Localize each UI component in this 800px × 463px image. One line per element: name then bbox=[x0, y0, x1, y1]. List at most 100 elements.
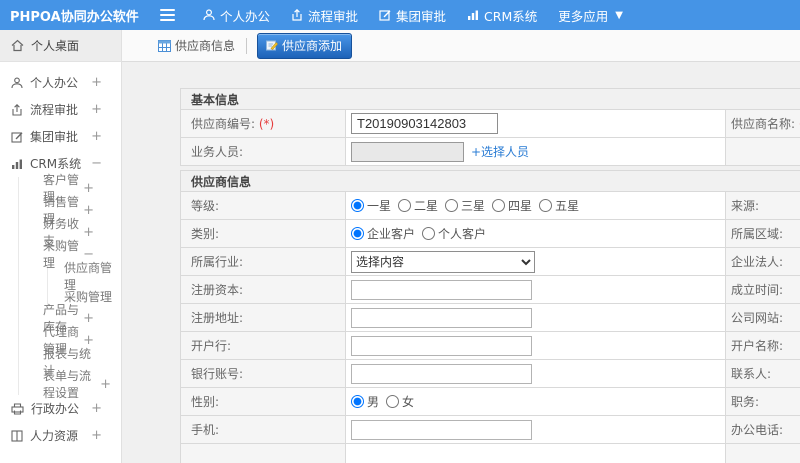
expand-plus-icon[interactable]: + bbox=[83, 203, 94, 218]
crm-submenu: 客户管理 + 销售管理 + 财务收支 + 采购管理 − 供应商管理 采购管理 产… bbox=[18, 173, 121, 400]
source-label: 来源: bbox=[725, 191, 800, 220]
expand-plus-icon[interactable]: + bbox=[91, 401, 102, 416]
sidebar-item-form-flow-settings[interactable]: 表单与流程设置 + bbox=[19, 369, 121, 400]
gender-radio-male[interactable] bbox=[351, 395, 364, 408]
tab-supplier-add-active[interactable]: 供应商添加 bbox=[257, 32, 353, 59]
nav-crm-system[interactable]: CRM系统 bbox=[467, 6, 537, 25]
expand-plus-icon[interactable]: + bbox=[100, 377, 111, 392]
level-radio-1star[interactable] bbox=[351, 199, 364, 212]
industry-label: 所属行业: bbox=[180, 247, 346, 276]
mobile-input[interactable] bbox=[351, 419, 532, 440]
hamburger-menu-icon[interactable] bbox=[160, 9, 175, 21]
sidebar-item-personal-desktop[interactable]: 个人桌面 bbox=[0, 30, 121, 62]
collapse-minus-icon[interactable]: − bbox=[91, 156, 102, 171]
bank-input[interactable] bbox=[351, 335, 532, 356]
table-row: 所属行业: 选择内容 企业法人: bbox=[180, 247, 800, 276]
expand-plus-icon[interactable]: + bbox=[91, 129, 102, 144]
level-radio-2star[interactable] bbox=[398, 199, 412, 212]
form-content: 基本信息 供应商编号: (*) 供应商名称: (*) bbox=[122, 62, 800, 463]
region-label: 所属区域: bbox=[725, 219, 800, 248]
edit-square-icon bbox=[11, 131, 23, 143]
account-name-label: 开户名称: bbox=[725, 331, 800, 360]
category-label: 类别: bbox=[180, 219, 346, 248]
supplier-name-label: 供应商名称: (*) bbox=[725, 109, 800, 138]
sidebar-item-hr[interactable]: 人力资源 + bbox=[0, 422, 121, 449]
registered-capital-input[interactable] bbox=[351, 279, 532, 300]
table-row: 等级: 一星 二星 三星 四星 五星 来源: bbox=[180, 191, 800, 220]
top-nav: 个人办公 流程审批 集团审批 CRM系统 更多应用 ▼ bbox=[203, 6, 623, 25]
app-logo: PHPOA协同办公软件 bbox=[10, 9, 139, 25]
sidebar-item-label: 人力资源 bbox=[30, 429, 79, 443]
bank-account-input[interactable] bbox=[351, 363, 532, 384]
sidebar-item-label: CRM系统 bbox=[30, 157, 82, 171]
table-row: 手机: 办公电话: bbox=[180, 415, 800, 444]
category-radio-enterprise[interactable] bbox=[351, 227, 364, 240]
tab-supplier-info[interactable]: 供应商信息 bbox=[158, 37, 235, 54]
printer-icon bbox=[11, 402, 24, 415]
category-radio-personal[interactable] bbox=[422, 227, 436, 240]
registered-address-input[interactable] bbox=[351, 307, 532, 328]
bank-label: 开户行: bbox=[180, 331, 346, 360]
tab-label: 供应商信息 bbox=[175, 39, 236, 53]
nav-label: 集团审批 bbox=[396, 8, 447, 24]
sidebar-item-workflow-approval[interactable]: 流程审批 + bbox=[0, 96, 121, 123]
level-radio-4star[interactable] bbox=[492, 199, 506, 212]
bar-chart-icon bbox=[11, 158, 23, 170]
table-row: 供应商编号: (*) 供应商名称: (*) bbox=[180, 109, 800, 138]
tab-divider bbox=[246, 37, 248, 54]
nav-workflow-approval[interactable]: 流程审批 bbox=[291, 6, 358, 25]
tab-bar: 供应商信息 供应商添加 bbox=[122, 30, 800, 62]
tab-label: 供应商添加 bbox=[282, 38, 343, 53]
gender-radio-female[interactable] bbox=[386, 395, 400, 408]
select-staff-link[interactable]: +选择人员 bbox=[471, 145, 529, 159]
table-row: 注册资本: 成立时间: bbox=[180, 275, 800, 304]
supplier-no-input[interactable] bbox=[351, 113, 498, 134]
sidebar-item-admin-office[interactable]: 行政办公 + bbox=[0, 395, 121, 422]
basic-info-table: 基本信息 供应商编号: (*) 供应商名称: (*) bbox=[179, 88, 800, 166]
legal-person-label: 企业法人: bbox=[725, 247, 800, 276]
expand-plus-icon[interactable]: + bbox=[91, 428, 102, 443]
expand-plus-icon[interactable]: + bbox=[83, 181, 94, 196]
sidebar-item-label: 个人办公 bbox=[30, 76, 79, 90]
level-radio-3star[interactable] bbox=[445, 199, 459, 212]
expand-plus-icon[interactable]: + bbox=[83, 225, 94, 240]
required-mark: (*) bbox=[258, 117, 275, 131]
section-title-supplier: 供应商信息 bbox=[179, 170, 800, 192]
staff-input bbox=[351, 141, 464, 162]
share-up-icon bbox=[11, 103, 23, 116]
top-header: PHPOA协同办公软件 个人办公 流程审批 集团审批 CRM系统 更多应用 ▼ bbox=[0, 0, 800, 30]
edit-square-icon bbox=[379, 9, 391, 21]
gender-label: 性别: bbox=[180, 387, 346, 416]
expand-plus-icon[interactable]: + bbox=[83, 311, 94, 326]
registered-capital-label: 注册资本: bbox=[180, 275, 346, 304]
contact-label: 联系人: bbox=[725, 359, 800, 388]
table-row: 银行账号: 联系人: bbox=[180, 359, 800, 388]
sidebar-item-label: 个人桌面 bbox=[31, 39, 80, 53]
staff-label: 业务人员: bbox=[180, 137, 346, 166]
sidebar-item-label: 流程审批 bbox=[30, 103, 79, 117]
expand-plus-icon[interactable]: + bbox=[91, 102, 102, 117]
expand-plus-icon[interactable]: + bbox=[91, 75, 102, 90]
supplier-no-label: 供应商编号: (*) bbox=[180, 109, 346, 138]
book-icon bbox=[11, 429, 23, 442]
sidebar-item-label: 行政办公 bbox=[31, 402, 80, 416]
nav-more-apps[interactable]: 更多应用 ▼ bbox=[558, 6, 623, 25]
sidebar-item-personal-office[interactable]: 个人办公 + bbox=[0, 69, 121, 96]
left-sidebar: 个人桌面 个人办公 + 流程审批 + 集团审批 + CRM系统 − 客户管理 +… bbox=[0, 30, 122, 463]
sidebar-item-group-approval[interactable]: 集团审批 + bbox=[0, 123, 121, 150]
nav-personal-office[interactable]: 个人办公 bbox=[203, 6, 270, 25]
share-up-icon bbox=[291, 9, 303, 21]
table-row: 业务人员: +选择人员 bbox=[180, 137, 800, 166]
nav-group-approval[interactable]: 集团审批 bbox=[379, 6, 446, 25]
category-radio-group: 企业客户 个人客户 bbox=[345, 219, 726, 248]
level-label: 等级: bbox=[180, 191, 346, 220]
level-radio-5star[interactable] bbox=[539, 199, 553, 212]
table-icon bbox=[158, 39, 171, 52]
nav-label: 流程审批 bbox=[308, 8, 359, 24]
registered-address-label: 注册地址: bbox=[180, 303, 346, 332]
bank-account-label: 银行账号: bbox=[180, 359, 346, 388]
industry-select[interactable]: 选择内容 bbox=[351, 250, 535, 273]
position-label: 职务: bbox=[725, 387, 800, 416]
gender-radio-group: 男女 bbox=[345, 387, 726, 416]
mobile-label: 手机: bbox=[180, 415, 346, 444]
